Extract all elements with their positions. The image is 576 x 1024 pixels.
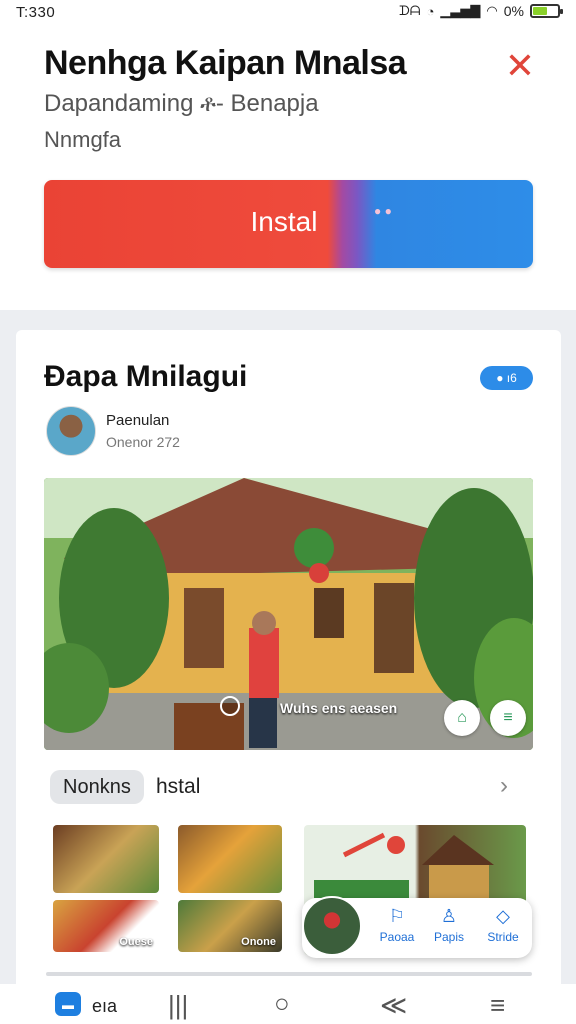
chevron-right-icon[interactable]: › — [500, 772, 508, 800]
battery-percent: 0% — [503, 3, 524, 19]
close-button[interactable]: ✕ — [500, 46, 540, 86]
food-thumbnail-4[interactable]: Onone — [178, 900, 282, 952]
flag-icon: ⚐ — [388, 906, 406, 926]
status-time: T:330 — [16, 4, 56, 21]
food-thumbnail-2[interactable] — [178, 825, 282, 893]
food-thumbnail-3[interactable]: Ouese — [53, 900, 159, 952]
home-shortcut-button[interactable]: ⌂ — [444, 700, 480, 736]
status-badge[interactable]: ● ı6 — [480, 366, 533, 390]
person-icon: ♙ — [440, 906, 458, 926]
back-icon[interactable]: ≪ — [380, 990, 407, 1021]
content-card: Ðapa Mnilagui ● ı6 Paenulan Onenor 272 W… — [16, 330, 561, 990]
home-app-icon[interactable]: ▬ — [55, 992, 81, 1016]
float-item-papis[interactable]: ♙ Papis — [424, 906, 474, 944]
battery-icon — [530, 4, 563, 18]
app-header-card: Nenhga Kaipan Mnalsa ✕ Dapandaming ቶ- Be… — [0, 26, 576, 310]
bottom-nav: ▬ eıa ||| ○ ≪ ≡ — [0, 984, 576, 1024]
author-name: Paenulan — [106, 412, 170, 429]
app-subtitle: Dapandaming ቶ- Benapja — [44, 90, 319, 117]
float-item-label: Paoaa — [379, 930, 415, 944]
horizontal-scrollbar[interactable] — [46, 972, 532, 976]
app-developer: Nnmgfa — [44, 127, 122, 152]
home-circle-icon[interactable]: ○ — [274, 988, 290, 1019]
wifi-icon: ◠ — [486, 3, 498, 18]
section-title: Ðapa Mnilagui — [44, 360, 248, 393]
nav-home-label: eıa — [92, 996, 118, 1016]
alarm-icon: ◔ — [426, 3, 435, 19]
tag-icon: ◇ — [496, 906, 510, 926]
author-meta: Onenor 272 — [106, 434, 180, 450]
food-thumbnail-1[interactable] — [53, 825, 159, 893]
float-item-stride[interactable]: ◇ Stride — [478, 906, 528, 944]
avatar[interactable] — [46, 406, 96, 456]
float-item-label: Stride — [487, 930, 519, 944]
chip-row-label: hstal — [156, 775, 201, 798]
battery-fill — [533, 7, 547, 15]
app-title: Nenhga Kaipan Mnalsa — [44, 44, 407, 82]
install-button[interactable]: Instal ● ● — [44, 180, 533, 268]
status-bar: T:330 ᗪᗩ ◔ ▁▃▅▇ ◠ 0% — [0, 0, 576, 26]
thumb-caption: Ouese — [119, 936, 153, 948]
install-label: Instal — [250, 206, 318, 237]
float-item-label: Papis — [433, 930, 465, 944]
status-icons: ᗪᗩ ◔ ▁▃▅▇ ◠ 0% — [398, 3, 563, 19]
ripple-dots: ● ● — [374, 204, 392, 218]
close-icon: ✕ — [504, 45, 536, 86]
recents-icon[interactable]: ||| — [168, 990, 188, 1021]
menu-icon[interactable]: ≡ — [490, 990, 505, 1021]
floating-avatar[interactable] — [302, 896, 362, 956]
float-item-paoaa[interactable]: ⚐ Paoaa — [372, 906, 422, 944]
category-chip[interactable]: Nonkns — [50, 770, 144, 804]
list-icon: ≡ — [503, 709, 513, 726]
photo-caption: Wuhs ens aeasen — [280, 700, 398, 716]
menu-shortcut-button[interactable]: ≡ — [490, 700, 526, 736]
home-icon: ⌂ — [457, 709, 467, 726]
feature-photo[interactable]: Wuhs ens aeasen ⌂ ≡ — [44, 478, 533, 750]
photo-marker-icon[interactable] — [220, 696, 240, 716]
notification-icons: ᗪᗩ — [398, 3, 421, 18]
thumb-caption: Onone — [241, 936, 276, 948]
signal-icon: ▁▃▅▇ — [440, 3, 481, 18]
floating-menu: ⚐ Paoaa ♙ Papis ◇ Stride — [302, 896, 532, 958]
